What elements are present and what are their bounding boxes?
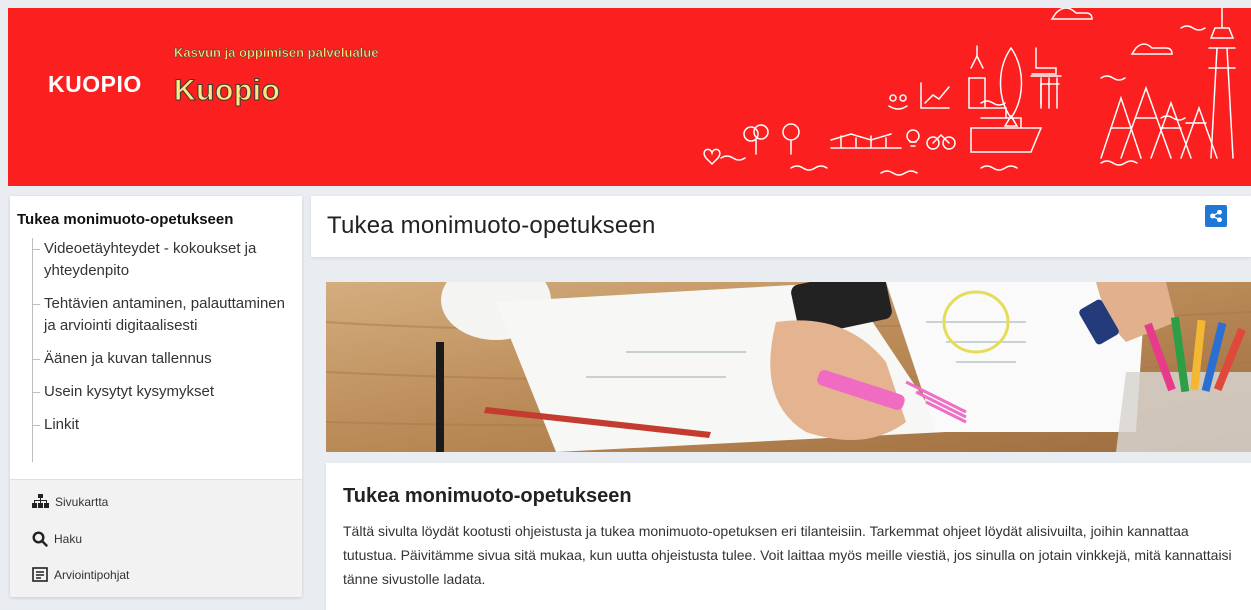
share-icon [1210, 210, 1222, 222]
hero-image [326, 282, 1251, 452]
sitemap-link[interactable]: Sivukartta [32, 494, 108, 509]
desk-photo [326, 282, 1251, 452]
page-title: Tukea monimuoto-opetukseen [327, 212, 656, 239]
document-icon [32, 567, 48, 582]
share-button[interactable] [1205, 205, 1227, 227]
kuopio-logo[interactable]: KUOPIO [48, 71, 142, 98]
sidebar-tools: Sivukartta Haku Arviointipohjat [10, 479, 302, 597]
header-subtitle: Kasvun ja oppimisen palvelualue [174, 45, 379, 60]
header-banner: KUOPIO Kasvun ja oppimisen palvelualue K… [8, 8, 1251, 186]
content-paragraph: Tältä sivulta löydät kootusti ohjeistust… [343, 523, 1232, 587]
sidebar: Tukea monimuoto-opetukseen Videoetäyhtey… [10, 196, 302, 597]
sidebar-item-linkit[interactable]: Linkit [33, 414, 292, 436]
page-header: Tukea monimuoto-opetukseen [311, 196, 1251, 257]
search-icon [32, 531, 48, 547]
sidebar-title[interactable]: Tukea monimuoto-opetukseen [17, 211, 233, 228]
sidebar-item-videoetayhteydet[interactable]: Videoetäyhteydet - kokoukset ja yhteyden… [33, 238, 292, 282]
site-title[interactable]: Kuopio [173, 74, 280, 108]
arviointipohjat-label: Arviointipohjat [54, 567, 130, 582]
sitemap-label: Sivukartta [55, 494, 109, 509]
content-title: Tukea monimuoto-opetukseen [343, 485, 632, 507]
city-illustration [703, 8, 1236, 176]
sidebar-item-usein-kysytyt-kysymykset[interactable]: Usein kysytyt kysymykset [33, 381, 292, 403]
sitemap-icon [32, 494, 49, 508]
content-card: Tukea monimuoto-opetukseen Tältä sivulta… [326, 463, 1251, 610]
sidebar-item-aanen-ja-kuvan-tallennus[interactable]: Äänen ja kuvan tallennus [33, 348, 292, 370]
search-link[interactable]: Haku [32, 531, 82, 547]
sidebar-item-tehtavien-antaminen[interactable]: Tehtävien antaminen, palauttaminen ja ar… [33, 293, 292, 337]
sidebar-nav-list: Videoetäyhteydet - kokoukset ja yhteyden… [32, 238, 292, 462]
search-label: Haku [54, 532, 83, 546]
arviointipohjat-link[interactable]: Arviointipohjat [32, 567, 129, 582]
